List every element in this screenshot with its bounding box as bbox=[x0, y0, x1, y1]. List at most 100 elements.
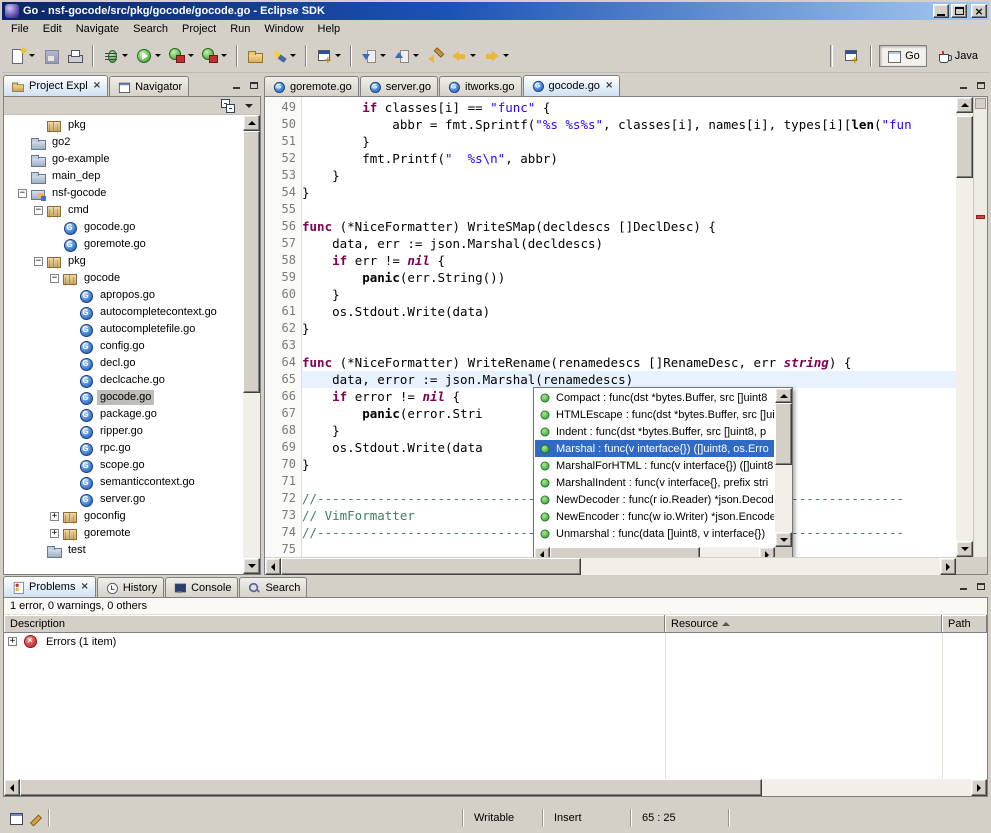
column-header-resource[interactable]: Resource bbox=[665, 615, 942, 633]
scrollbar-track[interactable] bbox=[775, 403, 792, 532]
completion-item-marshalindent[interactable]: MarshalIndent : func(v interface{}, pref… bbox=[535, 474, 774, 491]
scroll-up-button[interactable] bbox=[956, 97, 973, 113]
tree-item-package-go[interactable]: package.go bbox=[4, 406, 243, 423]
scrollbar-thumb[interactable] bbox=[956, 116, 973, 178]
collapse-all-button[interactable] bbox=[220, 98, 236, 114]
overview-ruler[interactable] bbox=[973, 97, 987, 557]
code-line[interactable]: } bbox=[302, 184, 956, 201]
tree-item-nsf-gocode[interactable]: −nsf-gocode bbox=[4, 185, 243, 202]
completion-item-indent[interactable]: Indent : func(dst *bytes.Buffer, src []u… bbox=[535, 423, 774, 440]
menu-search[interactable]: Search bbox=[126, 20, 175, 39]
run-external-tools-button[interactable] bbox=[166, 44, 197, 68]
perspective-java-button[interactable]: Java bbox=[929, 45, 985, 67]
open-resource-button[interactable] bbox=[244, 44, 266, 68]
completion-item-marshalforhtml[interactable]: MarshalForHTML : func(v interface{}) ([]… bbox=[535, 457, 774, 474]
tree-item-autocompletefile-go[interactable]: autocompletefile.go bbox=[4, 321, 243, 338]
problem-row-errors-1-item[interactable]: +Errors (1 item) bbox=[4, 633, 987, 650]
tree-item-goremote[interactable]: +goremote bbox=[4, 525, 243, 542]
scroll-left-button[interactable] bbox=[4, 779, 20, 796]
popup-vertical-scrollbar[interactable] bbox=[775, 388, 792, 547]
scroll-right-button[interactable] bbox=[759, 547, 775, 557]
perspective-go-button[interactable]: Go bbox=[879, 45, 927, 67]
titlebar[interactable]: Go - nsf-gocode/src/pkg/gocode/gocode.go… bbox=[2, 2, 989, 20]
scrollbar-thumb[interactable] bbox=[281, 558, 581, 575]
scrollbar-track[interactable] bbox=[281, 558, 940, 575]
bottom-tab-history[interactable]: History bbox=[97, 577, 164, 597]
close-tab-icon[interactable]: × bbox=[605, 81, 613, 91]
code-line[interactable] bbox=[302, 201, 956, 218]
tree-item-scope-go[interactable]: scope.go bbox=[4, 457, 243, 474]
minimize-view-button[interactable] bbox=[229, 78, 244, 92]
bottom-tab-search[interactable]: Search bbox=[239, 577, 307, 597]
scroll-right-button[interactable] bbox=[940, 558, 956, 575]
tree-item-decl-go[interactable]: decl.go bbox=[4, 355, 243, 372]
scroll-down-button[interactable] bbox=[775, 532, 792, 547]
code-line[interactable]: if err != nil { bbox=[302, 252, 956, 269]
overview-ruler-header[interactable] bbox=[975, 98, 986, 109]
explorer-tab-project-expl[interactable]: Project Expl× bbox=[3, 75, 108, 96]
previous-annotation-button[interactable] bbox=[391, 44, 422, 68]
tree-item-config-go[interactable]: config.go bbox=[4, 338, 243, 355]
close-tab-icon[interactable]: × bbox=[93, 81, 101, 91]
tree-item-apropos-go[interactable]: apropos.go bbox=[4, 287, 243, 304]
minimize-view-button[interactable] bbox=[956, 579, 971, 593]
code-editor[interactable]: if classes[i] == "func" { abbr = fmt.Spr… bbox=[302, 97, 956, 557]
edit-mode-button[interactable] bbox=[26, 808, 46, 828]
scrollbar-thumb[interactable] bbox=[20, 779, 762, 796]
tree-item-pkg[interactable]: −pkg bbox=[4, 253, 243, 270]
explorer-tab-navigator[interactable]: Navigator bbox=[109, 76, 189, 96]
print-button[interactable] bbox=[64, 44, 86, 68]
scroll-down-button[interactable] bbox=[243, 558, 260, 574]
expand-icon[interactable]: + bbox=[8, 637, 17, 646]
menu-navigate[interactable]: Navigate bbox=[69, 20, 126, 39]
tree-item-main-dep[interactable]: main_dep bbox=[4, 168, 243, 185]
bottom-tab-console[interactable]: Console bbox=[165, 577, 238, 597]
tree-item-test[interactable]: test bbox=[4, 542, 243, 559]
editor-tab-server-go[interactable]: server.go bbox=[360, 76, 438, 96]
tree-item-goremote-go[interactable]: goremote.go bbox=[4, 236, 243, 253]
code-line[interactable]: abbr = fmt.Sprintf("%s %s%s", classes[i]… bbox=[302, 116, 956, 133]
completion-item-marshal[interactable]: Marshal : func(v interface{}) ([]uint8, … bbox=[535, 440, 774, 457]
code-line[interactable]: if classes[i] == "func" { bbox=[302, 99, 956, 116]
next-annotation-button[interactable] bbox=[358, 44, 389, 68]
fast-view-button[interactable] bbox=[6, 808, 26, 828]
completion-item-htmlescape[interactable]: HTMLEscape : func(dst *bytes.Buffer, src… bbox=[535, 406, 774, 423]
code-line[interactable]: } bbox=[302, 133, 956, 150]
tree-item-semanticcontext-go[interactable]: semanticcontext.go bbox=[4, 474, 243, 491]
problems-horizontal-scrollbar[interactable] bbox=[4, 779, 987, 796]
scrollbar-track[interactable] bbox=[243, 131, 260, 558]
scrollbar-track[interactable] bbox=[550, 547, 759, 557]
new-wizard-button[interactable] bbox=[7, 44, 38, 68]
close-button[interactable]: × bbox=[971, 4, 987, 18]
code-line[interactable]: data, error := json.Marshal(renamedescs) bbox=[302, 371, 956, 388]
scroll-right-button[interactable] bbox=[971, 779, 987, 796]
code-line[interactable]: fmt.Printf(" %s\n", abbr) bbox=[302, 150, 956, 167]
code-line[interactable]: func (*NiceFormatter) WriteRename(rename… bbox=[302, 354, 956, 371]
menu-file[interactable]: File bbox=[4, 20, 36, 39]
minimize-view-button[interactable] bbox=[956, 78, 971, 92]
scroll-up-button[interactable] bbox=[775, 388, 792, 403]
tree-item-go2[interactable]: go2 bbox=[4, 134, 243, 151]
code-line[interactable]: } bbox=[302, 286, 956, 303]
search-toolbar-button[interactable] bbox=[268, 44, 299, 68]
collapse-icon[interactable]: − bbox=[50, 274, 59, 283]
menu-window[interactable]: Window bbox=[257, 20, 310, 39]
explorer-vertical-scrollbar[interactable] bbox=[243, 115, 260, 574]
back-button[interactable] bbox=[448, 44, 479, 68]
completion-item-newencoder[interactable]: NewEncoder : func(w io.Writer) *json.Enc… bbox=[535, 508, 774, 525]
scrollbar-thumb[interactable] bbox=[775, 403, 792, 465]
menu-run[interactable]: Run bbox=[223, 20, 257, 39]
bottom-tab-problems[interactable]: Problems× bbox=[3, 576, 96, 597]
code-line[interactable]: panic(err.String()) bbox=[302, 269, 956, 286]
tree-item-go-example[interactable]: go-example bbox=[4, 151, 243, 168]
tree-item-ripper-go[interactable]: ripper.go bbox=[4, 423, 243, 440]
scrollbar-thumb[interactable] bbox=[243, 131, 260, 393]
code-line[interactable]: } bbox=[302, 320, 956, 337]
editor-tab-gocode-go[interactable]: gocode.go× bbox=[523, 75, 621, 96]
column-header-path[interactable]: Path bbox=[942, 615, 987, 633]
debug-button[interactable] bbox=[100, 44, 131, 68]
expand-icon[interactable]: + bbox=[50, 529, 59, 538]
minimize-button[interactable] bbox=[933, 4, 949, 18]
tree-item-goconfig[interactable]: +goconfig bbox=[4, 508, 243, 525]
open-perspective-button[interactable] bbox=[840, 44, 862, 68]
